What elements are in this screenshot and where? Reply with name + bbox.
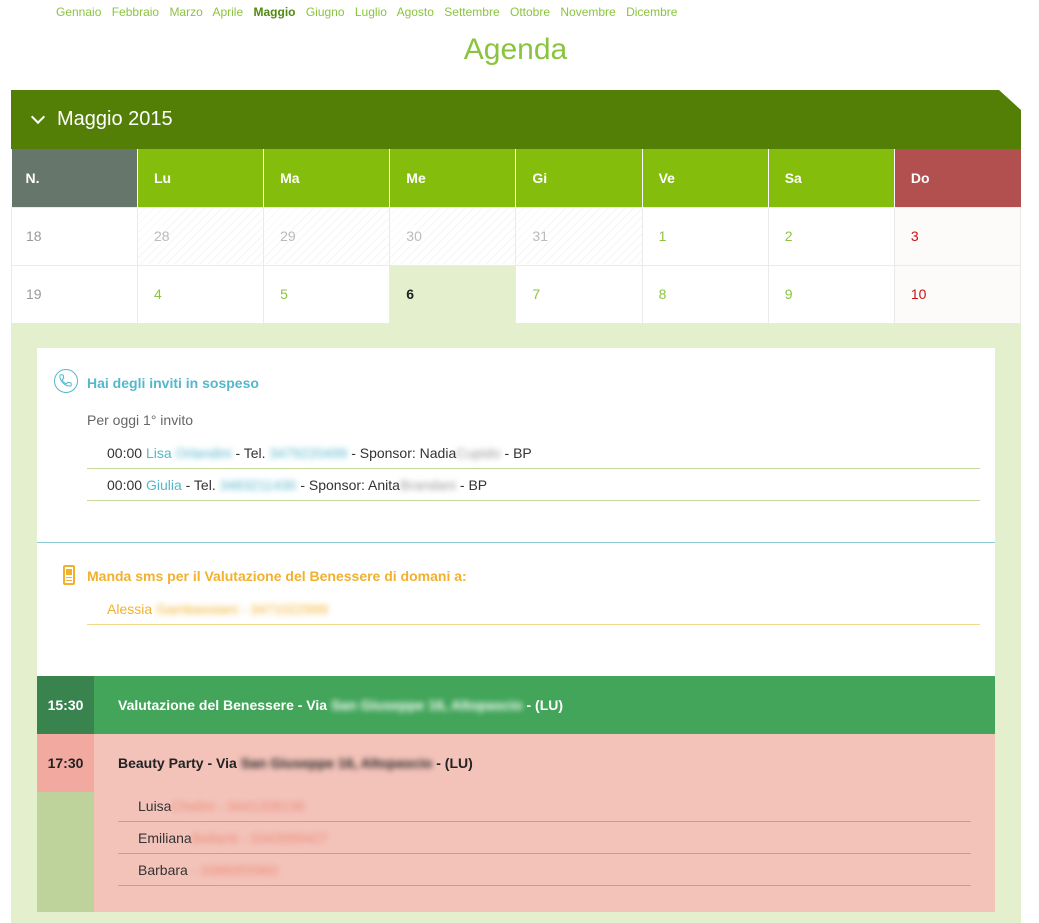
calendar-week-row: 18 28 29 30 31 1 2 3 — [11, 206, 1022, 265]
header-week-number: N. — [11, 149, 138, 207]
day-cell[interactable]: 2 — [767, 206, 895, 265]
invite-sponsor-label: - Sponsor: Nadia — [351, 445, 457, 461]
appointment-address: San Giuseppe 16, Altopascio — [240, 755, 433, 771]
month-link-luglio[interactable]: Luglio — [355, 5, 387, 19]
appointment-title: Valutazione del Benessere - Via San Gius… — [94, 676, 563, 734]
month-link-agosto[interactable]: Agosto — [397, 5, 434, 19]
calendar-table: N. Lu Ma Me Gi Ve Sa Do 18 28 29 30 31 1… — [11, 149, 1022, 324]
appointment-time: 15:30 — [37, 676, 94, 734]
guest-name: Emiliana — [138, 830, 192, 846]
invite-tel: 3483211430 — [219, 477, 297, 493]
header-ve: Ve — [642, 149, 769, 207]
header-do: Do — [894, 149, 1021, 207]
week-number: 18 — [11, 206, 138, 265]
month-header-label: Maggio 2015 — [57, 108, 173, 130]
day-cell[interactable]: 4 — [136, 264, 265, 324]
guest-detail: Chelini - 3441208136 — [171, 798, 305, 814]
month-link-ottobre[interactable]: Ottobre — [510, 5, 550, 19]
header-ma: Ma — [263, 149, 391, 207]
invite-time: 00:00 — [107, 445, 143, 461]
month-link-dicembre[interactable]: Dicembre — [626, 5, 677, 19]
day-cell: 30 — [389, 206, 517, 265]
day-cell: 31 — [515, 206, 643, 265]
invite-suffix: - BP — [459, 477, 488, 493]
guest-name: Barbara — [138, 862, 188, 878]
invite-sponsor-surname: Cupido — [456, 445, 501, 461]
invites-subtitle: Per oggi 1° invito — [87, 412, 193, 428]
month-link-gennaio[interactable]: Gennaio — [56, 5, 101, 19]
invite-suffix: - BP — [504, 445, 532, 461]
guest-row[interactable]: Barbara - 3386955960 — [118, 854, 971, 886]
calendar-header-row: N. Lu Ma Me Gi Ve Sa Do — [11, 149, 1021, 207]
appointment-suffix: - (LU) — [526, 697, 564, 713]
invite-surname: Orlandini — [175, 445, 232, 461]
header-lu: Lu — [137, 149, 265, 207]
month-link-febbraio[interactable]: Febbraio — [112, 5, 159, 19]
sms-recipient-name: Alessia — [107, 601, 153, 617]
mobile-phone-icon — [63, 565, 75, 585]
day-cell: 29 — [263, 206, 391, 265]
month-link-settembre[interactable]: Settembre — [444, 5, 499, 19]
appointment-row[interactable]: 15:30 Valutazione del Benessere - Via Sa… — [37, 676, 995, 734]
invites-title: Hai degli inviti in sospeso — [87, 375, 259, 391]
appointment-time-column — [37, 792, 94, 912]
header-gi: Gi — [515, 149, 643, 207]
invite-tel-label: - Tel. — [235, 445, 266, 461]
month-nav: Gennaio Febbraio Marzo Aprile Maggio Giu… — [56, 5, 684, 19]
month-link-giugno[interactable]: Giugno — [306, 5, 345, 19]
header-me: Me — [389, 149, 517, 207]
header-sa: Sa — [768, 149, 895, 207]
day-detail-panel: Hai degli inviti in sospeso Per oggi 1° … — [11, 323, 1021, 923]
month-link-novembre[interactable]: Novembre — [560, 5, 615, 19]
invite-time: 00:00 — [107, 477, 143, 493]
pending-invites-section: Hai degli inviti in sospeso Per oggi 1° … — [37, 348, 995, 543]
appointment-time: 17:30 — [37, 734, 94, 792]
sms-recipient-row[interactable]: Alessia Gambassiani - 3471022999 — [87, 593, 980, 625]
day-cell[interactable]: 1 — [641, 206, 769, 265]
day-cell: 28 — [136, 206, 265, 265]
invite-row[interactable]: 00:00 Giulia - Tel. 3483211430 - Sponsor… — [87, 469, 980, 501]
month-header[interactable]: Maggio 2015 — [11, 90, 1021, 149]
guest-detail: Bellanti - 3343999427 — [191, 830, 328, 846]
invite-tel-label: - Tel. — [185, 477, 216, 493]
appointment-title-text: Valutazione del Benessere - Via — [118, 697, 328, 713]
day-cell[interactable]: 7 — [515, 264, 643, 324]
sms-reminder-section: Manda sms per il Valutazione del Benesse… — [37, 543, 995, 676]
day-cell[interactable]: 8 — [641, 264, 769, 324]
invite-tel: 3479220499 — [269, 445, 348, 461]
chevron-down-icon — [30, 109, 46, 124]
week-number: 19 — [11, 264, 138, 324]
appointment-title: Beauty Party - Via San Giuseppe 16, Alto… — [118, 755, 473, 771]
appointment-title-text: Beauty Party - Via — [118, 755, 237, 771]
day-cell-sunday[interactable]: 10 — [893, 264, 1022, 324]
month-link-aprile[interactable]: Aprile — [212, 5, 243, 19]
invite-name[interactable]: Giulia — [146, 477, 182, 493]
day-cell-sunday[interactable]: 3 — [893, 206, 1022, 265]
invite-sponsor-label: - Sponsor: Anita — [300, 477, 400, 493]
day-cell[interactable]: 9 — [767, 264, 895, 324]
invite-name[interactable]: Lisa — [146, 445, 172, 461]
guest-row[interactable]: LuisaChelini - 3441208136 — [118, 790, 971, 822]
guest-name: Luisa — [138, 798, 172, 814]
invite-row[interactable]: 00:00 Lisa Orlandini - Tel. 3479220499 -… — [87, 437, 980, 469]
sms-title: Manda sms per il Valutazione del Benesse… — [87, 568, 467, 584]
sms-recipient-detail: Gambassiani - 3471022999 — [156, 601, 329, 617]
appointment-row[interactable]: 17:30 Beauty Party - Via San Giuseppe 16… — [37, 734, 995, 912]
page-title: Agenda — [463, 33, 568, 66]
day-cell-selected[interactable]: 6 — [389, 264, 517, 324]
guest-detail: - 3386955960 — [191, 862, 279, 878]
phone-icon — [54, 369, 78, 393]
month-link-marzo[interactable]: Marzo — [169, 5, 202, 19]
guest-row[interactable]: EmilianaBellanti - 3343999427 — [118, 822, 971, 854]
appointment-address: San Giuseppe 16, Altopascio — [330, 697, 523, 713]
month-link-maggio[interactable]: Maggio — [253, 5, 295, 19]
invite-sponsor-surname: Brandani — [399, 477, 456, 493]
appointment-suffix: - (LU) — [436, 755, 473, 771]
calendar-week-row: 19 4 5 6 7 8 9 10 — [11, 264, 1022, 324]
day-cell[interactable]: 5 — [263, 264, 391, 324]
